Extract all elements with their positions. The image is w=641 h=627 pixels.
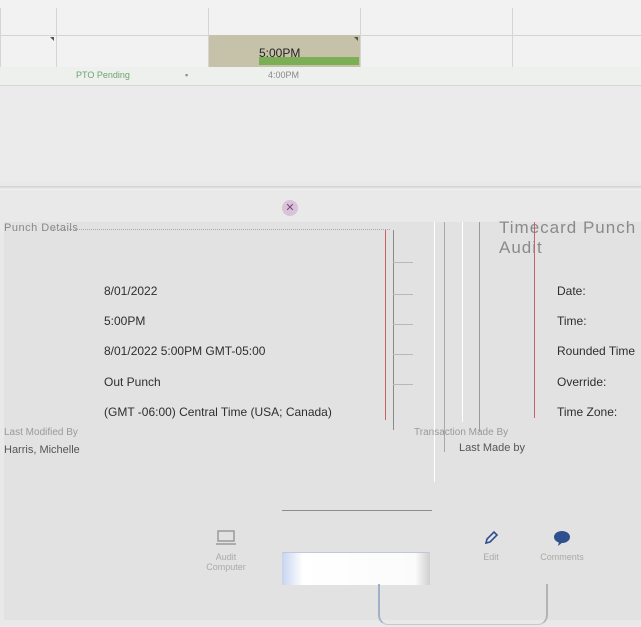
column-separator xyxy=(534,222,535,418)
grid-cell[interactable] xyxy=(512,8,641,36)
time-zone-label: Time Zone: xyxy=(557,405,618,419)
pay-code-label: PTO Pending xyxy=(76,70,130,80)
punch-audit-header: Timecard Punch Audit xyxy=(499,218,637,257)
grid-empty-area xyxy=(0,86,641,182)
grid-row: PTO Pending ▪ 4:00PM xyxy=(0,67,641,85)
punch-time-value: 5:00PM xyxy=(104,314,146,328)
punch-type-value: Out Punch xyxy=(104,375,161,389)
scroll-track xyxy=(378,584,548,625)
comment-icon xyxy=(554,531,570,546)
grid-cell[interactable] xyxy=(360,35,513,68)
edit-button[interactable]: Edit xyxy=(474,530,508,562)
audit-computer-label: Audit Computer xyxy=(206,552,246,572)
cell-corner-marker xyxy=(354,37,358,41)
pencil-icon xyxy=(484,530,499,545)
selected-time-cell[interactable]: 5:00PM xyxy=(208,35,361,68)
transaction-label: Transaction Made By xyxy=(414,427,509,438)
comments-button[interactable]: Comments xyxy=(534,530,590,562)
timecard-grid: 5:00PM PTO Pending ▪ 4:00PM xyxy=(0,0,641,86)
close-icon[interactable]: ✕ xyxy=(282,200,298,216)
punch-date-value: 8/01/2022 xyxy=(104,284,158,298)
date-label: Date: xyxy=(557,284,586,298)
approval-bar xyxy=(259,57,359,65)
column-separator xyxy=(444,222,445,452)
modified-by-row: Last Modified By Transaction Made By xyxy=(4,427,641,449)
comments-label: Comments xyxy=(540,552,584,562)
punch-datetime-value: 8/01/2022 5:00PM GMT-05:00 xyxy=(104,344,266,358)
grid-cell[interactable] xyxy=(360,8,513,36)
row-time-value: 4:00PM xyxy=(268,70,300,80)
time-label: Time: xyxy=(557,314,587,328)
column-separator xyxy=(385,230,386,420)
grid-cell[interactable] xyxy=(512,35,641,68)
override-label: Override: xyxy=(557,375,607,389)
computer-icon xyxy=(216,530,236,545)
time-zone-value: (GMT -06:00) Central Time (USA; Canada) xyxy=(104,405,332,419)
audit-computer-button[interactable]: Audit Computer xyxy=(196,530,256,572)
tick-mark xyxy=(393,324,413,325)
grid-cell[interactable] xyxy=(208,8,361,36)
grid-cell[interactable] xyxy=(56,8,209,36)
tick-mark xyxy=(393,384,413,385)
rounded-time-label: Rounded Time xyxy=(557,344,636,358)
grid-cell[interactable] xyxy=(0,8,57,36)
panel-divider xyxy=(0,186,641,190)
header-divider xyxy=(50,229,390,230)
column-separator xyxy=(479,222,480,432)
cell-corner-marker xyxy=(50,37,54,41)
tick-mark xyxy=(393,262,413,263)
modified-by-name: Harris, Michelle xyxy=(4,444,80,456)
made-by-value: Last Made by xyxy=(459,442,526,454)
action-bar-divider xyxy=(282,510,432,511)
scroll-thumb[interactable] xyxy=(282,552,430,585)
edit-label: Edit xyxy=(483,552,499,562)
column-separator xyxy=(462,222,463,422)
punch-details-header: Punch Details xyxy=(4,222,79,234)
grid-cell[interactable] xyxy=(56,35,209,68)
grid-cell[interactable] xyxy=(0,35,57,68)
column-separator xyxy=(393,230,394,430)
tick-mark xyxy=(393,294,413,295)
last-modified-label: Last Modified By xyxy=(4,427,78,438)
tick-mark xyxy=(393,354,413,355)
